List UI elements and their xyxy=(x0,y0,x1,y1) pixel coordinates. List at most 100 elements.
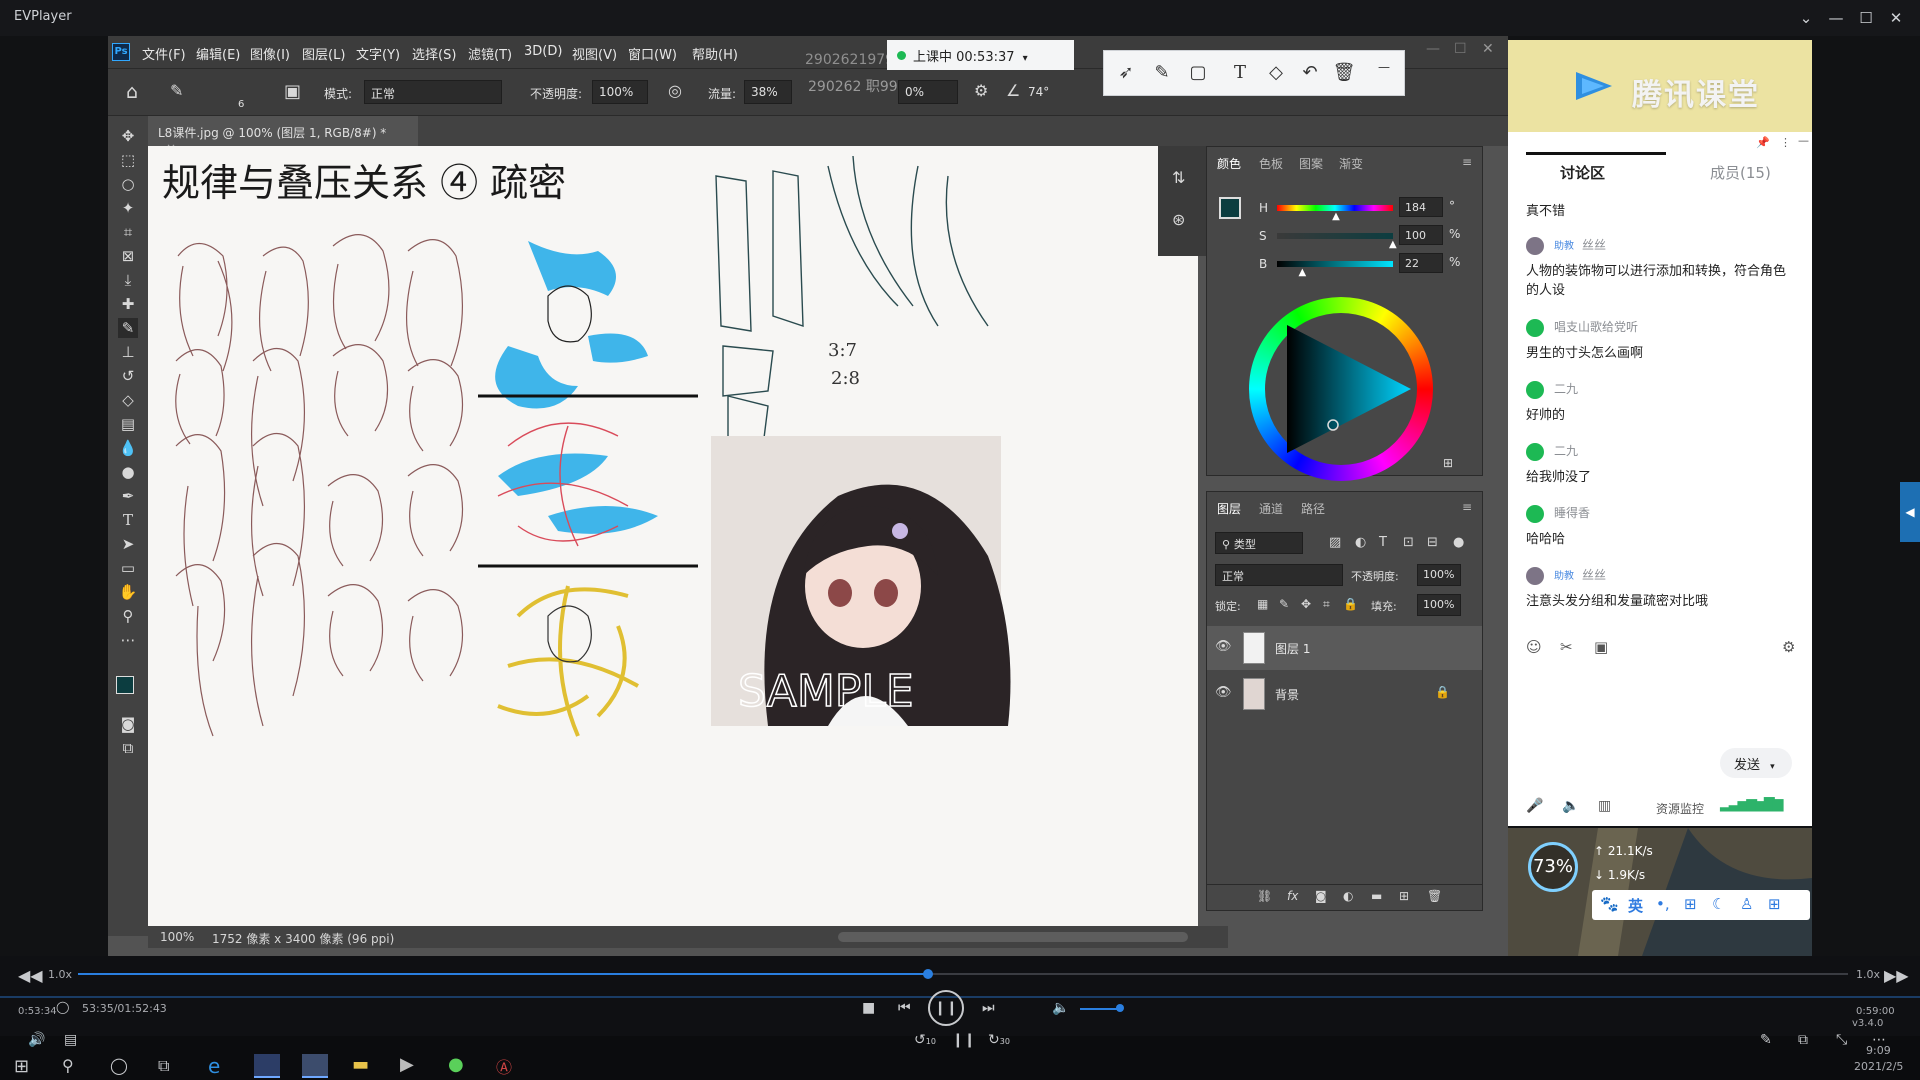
lock-position-icon[interactable]: ✥ xyxy=(1301,598,1311,610)
ime-moon-icon[interactable]: ☾ xyxy=(1712,895,1725,913)
collapse-icon[interactable]: — xyxy=(1798,134,1809,147)
volume-slider[interactable] xyxy=(1080,1008,1120,1010)
tab-layers[interactable]: 图层 xyxy=(1217,500,1241,517)
pin-icon[interactable]: 📌 xyxy=(1756,136,1770,149)
replay-back-icon[interactable]: ↺10 xyxy=(914,1032,936,1048)
tab-patterns[interactable]: 图案 xyxy=(1299,155,1323,172)
more-tools-icon[interactable]: ⋯ xyxy=(118,630,138,650)
timeline-thumb[interactable] xyxy=(922,969,933,979)
tab-color[interactable]: 颜色 xyxy=(1217,155,1241,172)
image-icon[interactable]: ▣ xyxy=(1594,638,1608,656)
lasso-tool-icon[interactable]: ○ xyxy=(118,174,138,194)
settings-icon[interactable]: ⚙ xyxy=(1782,638,1795,656)
brush-size[interactable]: 6 xyxy=(238,99,244,110)
minimize-toolbar-icon[interactable]: — xyxy=(1372,55,1396,79)
ps-maximize-button[interactable]: ☐ xyxy=(1454,42,1467,56)
h-slider-thumb[interactable]: ▲ xyxy=(1332,211,1340,222)
fast-forward-icon[interactable]: ▶▶ xyxy=(1884,966,1909,985)
minimize-button[interactable]: — xyxy=(1822,6,1850,30)
app-window-icon[interactable] xyxy=(254,1054,280,1078)
group-folder-icon[interactable]: ▬ xyxy=(1371,890,1382,902)
scissors-icon[interactable]: ✂ xyxy=(1560,638,1573,656)
chevron-down-icon[interactable]: ⌄ xyxy=(1792,6,1820,30)
search-icon[interactable]: ⚲ xyxy=(62,1056,74,1075)
lock-all-icon[interactable]: 🔒 xyxy=(1343,598,1358,610)
volume-thumb[interactable] xyxy=(1116,1004,1124,1012)
signal-icon[interactable]: ▥ xyxy=(1598,798,1611,814)
text-icon[interactable]: T xyxy=(1228,61,1252,85)
link-layers-icon[interactable]: ⛓ xyxy=(1257,890,1272,902)
windows-start-icon[interactable]: ⊞ xyxy=(14,1056,29,1077)
lock-artboard-icon[interactable]: ⌗ xyxy=(1323,598,1330,610)
brush-panel-icon[interactable]: ▣ xyxy=(284,83,301,101)
replay-forward-icon[interactable]: ↻30 xyxy=(988,1032,1010,1048)
ime-lang-button[interactable]: 英 xyxy=(1628,895,1643,916)
pointer-icon[interactable]: ➶ xyxy=(1114,61,1138,85)
flow-input[interactable]: 38% xyxy=(744,80,792,104)
filter-type-icon[interactable]: T xyxy=(1379,536,1387,549)
tab-members[interactable]: 成员(15) xyxy=(1710,162,1771,183)
ime-paw-icon[interactable]: 🐾 xyxy=(1600,895,1619,913)
color-foreground-swatch[interactable] xyxy=(1219,197,1241,219)
layer-opacity-value[interactable]: 100% xyxy=(1417,564,1461,586)
cortana-icon[interactable]: ◯ xyxy=(110,1056,128,1075)
red-app-icon[interactable]: Ⓐ xyxy=(496,1054,512,1078)
green-app-icon[interactable]: ● xyxy=(448,1054,464,1075)
filter-adjust-icon[interactable]: ◐ xyxy=(1355,536,1366,549)
more-icon[interactable]: ⋮ xyxy=(1780,136,1791,149)
layer-row-1[interactable]: 👁 图层 1 xyxy=(1207,626,1482,670)
ps-close-button[interactable]: ✕ xyxy=(1482,42,1494,56)
tab-swatches[interactable]: 色板 xyxy=(1259,155,1283,172)
visibility-eye-icon[interactable]: 👁 xyxy=(1215,686,1232,699)
home-icon[interactable]: ⌂ xyxy=(126,83,138,102)
angle-value[interactable]: 74° xyxy=(1028,85,1049,99)
menu-select[interactable]: 选择(S) xyxy=(412,44,456,63)
live-status-pill[interactable]: 上课中 00:53:37 ▾ xyxy=(887,40,1074,70)
magic-wand-icon[interactable]: ✦ xyxy=(118,198,138,218)
h-value[interactable]: 184 xyxy=(1399,197,1443,217)
maximize-button[interactable]: ☐ xyxy=(1852,6,1880,30)
foreground-color-swatch[interactable] xyxy=(116,676,134,694)
ime-punct-icon[interactable]: •, xyxy=(1656,895,1670,913)
document-tab[interactable]: L8课件.jpg @ 100% (图层 1, RGB/8#) * × xyxy=(148,116,418,155)
artboard[interactable]: 规律与叠压关系 ④ 疏密 3:7 2:8 SAMPLE xyxy=(148,146,1198,928)
move-tool-icon[interactable]: ✥ xyxy=(118,126,138,146)
menu-layer[interactable]: 图层(L) xyxy=(302,44,345,63)
blur-tool-icon[interactable]: 💧 xyxy=(118,438,138,458)
b-slider[interactable] xyxy=(1277,261,1393,267)
frame-tool-icon[interactable]: ⊠ xyxy=(118,246,138,266)
menu-type[interactable]: 文字(Y) xyxy=(356,44,400,63)
menu-filter[interactable]: 滤镜(T) xyxy=(468,44,512,63)
brush-tool-icon[interactable]: ✎ xyxy=(118,318,138,338)
mode-select[interactable]: 正常 xyxy=(364,80,502,104)
speaker-icon[interactable]: 🔊 xyxy=(28,1032,45,1048)
dodge-tool-icon[interactable]: ● xyxy=(118,462,138,482)
ime-user-icon[interactable]: ♙ xyxy=(1740,895,1753,913)
pencil-icon[interactable]: ✎ xyxy=(1760,1032,1772,1048)
stamp-tool-icon[interactable]: ⊥ xyxy=(118,342,138,362)
next-icon[interactable]: ⏭ xyxy=(982,1000,995,1016)
lock-paint-icon[interactable]: ✎ xyxy=(1279,598,1289,610)
lock-transparent-icon[interactable]: ▦ xyxy=(1257,598,1268,610)
type-tool-icon[interactable]: T xyxy=(118,510,138,530)
edge-icon[interactable]: e xyxy=(208,1054,220,1078)
new-layer-icon[interactable]: ⊞ xyxy=(1399,890,1409,902)
canvas-area[interactable]: 规律与叠压关系 ④ 疏密 3:7 2:8 SAMPLE xyxy=(148,146,1198,936)
zoom-level[interactable]: 100% xyxy=(160,930,194,944)
history-panel-icon[interactable]: ⇅ xyxy=(1172,170,1185,186)
add-swatch-icon[interactable]: ⊞ xyxy=(1443,457,1453,469)
brush-preset-icon[interactable]: ✎ xyxy=(170,83,183,99)
tab-gradients[interactable]: 渐变 xyxy=(1339,155,1363,172)
s-value[interactable]: 100 xyxy=(1399,225,1443,245)
s-slider-thumb[interactable]: ▲ xyxy=(1389,239,1397,250)
filter-pixel-icon[interactable]: ▨ xyxy=(1329,536,1341,549)
emoji-icon[interactable]: ☺ xyxy=(1526,638,1542,656)
pause-button[interactable]: ❙❙ xyxy=(928,990,964,1026)
fullscreen-exit-icon[interactable]: ⤡ xyxy=(1836,1032,1847,1048)
gradient-tool-icon[interactable]: ▤ xyxy=(118,414,138,434)
add-mask-icon[interactable]: ◙ xyxy=(1315,890,1327,902)
opacity-input[interactable]: 100% xyxy=(592,80,648,104)
smoothing-input[interactable]: 0% xyxy=(898,80,958,104)
chat-bubble-icon[interactable]: ◯ xyxy=(56,1000,69,1014)
tab-channels[interactable]: 通道 xyxy=(1259,500,1283,517)
